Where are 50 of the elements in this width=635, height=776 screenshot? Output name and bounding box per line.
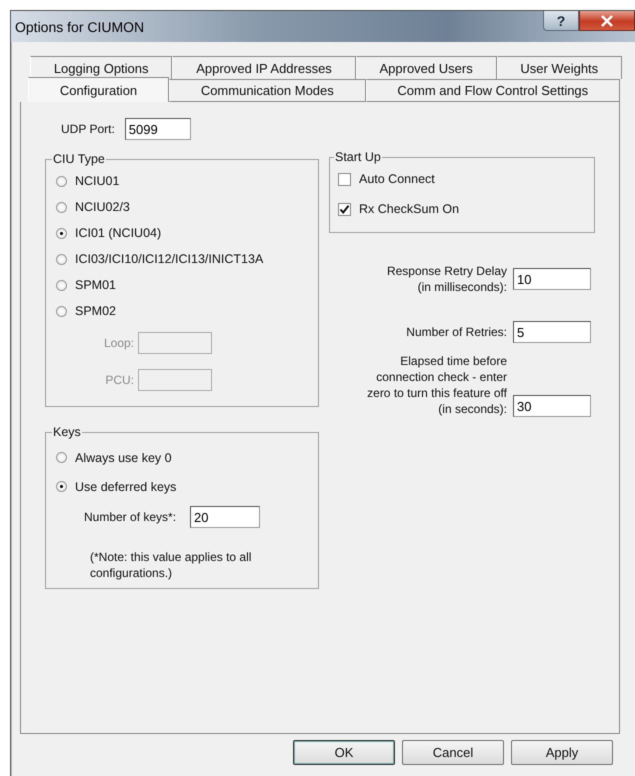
tab[interactable]: Logging Options bbox=[30, 56, 172, 79]
dialog-button[interactable]: Apply bbox=[511, 740, 613, 765]
option-label: NCIU02/3 bbox=[75, 200, 130, 214]
dialog-button[interactable]: Cancel bbox=[402, 740, 504, 765]
radio-button[interactable] bbox=[56, 280, 67, 290]
option-label: ICI03/ICI10/ICI12/ICI13/INICT13A bbox=[75, 252, 264, 266]
checkbox-label: Auto Connect bbox=[359, 172, 435, 186]
input-field[interactable]: 5 bbox=[513, 321, 591, 343]
radio-button[interactable] bbox=[56, 452, 67, 463]
radio-button[interactable] bbox=[56, 228, 67, 238]
tab[interactable]: Configuration bbox=[28, 77, 169, 102]
input-field[interactable]: 30 bbox=[513, 395, 591, 417]
radio-button[interactable] bbox=[56, 176, 67, 186]
close-button[interactable] bbox=[579, 11, 635, 31]
tab[interactable]: Approved IP Addresses bbox=[172, 56, 356, 79]
field-label: PCU: bbox=[104, 372, 134, 386]
field-label: UDP Port: bbox=[61, 122, 115, 136]
udp-port-field[interactable]: 5099 bbox=[124, 118, 191, 140]
option-label: Always use key 0 bbox=[75, 450, 172, 464]
option-label: SPM01 bbox=[75, 278, 116, 292]
window-title: Options for CIUMON bbox=[15, 18, 144, 34]
checkbox[interactable] bbox=[338, 172, 351, 186]
option-label: SPM02 bbox=[75, 304, 116, 318]
tab[interactable]: Communication Modes bbox=[168, 79, 366, 102]
field-label: Number of Retries: bbox=[406, 324, 507, 340]
checkbox-label: Rx CheckSum On bbox=[359, 202, 460, 216]
radio-button[interactable] bbox=[56, 306, 67, 316]
field-label: Response Retry Delay (in milliseconds): bbox=[386, 263, 507, 295]
option-label: Use deferred keys bbox=[75, 480, 176, 494]
radio-button[interactable] bbox=[56, 202, 67, 212]
close-icon bbox=[600, 14, 614, 26]
tab[interactable]: Comm and Flow Control Settings bbox=[366, 79, 620, 102]
field-label: Loop: bbox=[102, 336, 134, 350]
radio-button[interactable] bbox=[56, 481, 67, 492]
field-label: Elapsed time before connection check - enter zero to turn this feature off (in seconds): bbox=[367, 353, 507, 417]
field-label: Number of keys*: bbox=[84, 510, 176, 524]
help-button[interactable]: ? bbox=[543, 11, 579, 31]
checkbox[interactable] bbox=[338, 202, 351, 216]
option-label: NCIU01 bbox=[75, 174, 120, 188]
option-label: ICI01 (NCIU04) bbox=[75, 226, 162, 240]
group-title: CIU Type bbox=[52, 152, 106, 166]
number-of-keys-field[interactable]: 20 bbox=[190, 506, 260, 528]
group-title: Start Up bbox=[334, 150, 382, 164]
input-field[interactable]: 10 bbox=[513, 268, 591, 290]
group-title: Keys bbox=[52, 425, 82, 439]
tab[interactable]: User Weights bbox=[496, 56, 622, 79]
tab[interactable]: Approved Users bbox=[356, 56, 497, 79]
dialog-button[interactable]: OK bbox=[293, 740, 395, 765]
note-text: (*Note: this value applies to all configurations.) bbox=[90, 549, 252, 581]
radio-button[interactable] bbox=[56, 254, 67, 264]
